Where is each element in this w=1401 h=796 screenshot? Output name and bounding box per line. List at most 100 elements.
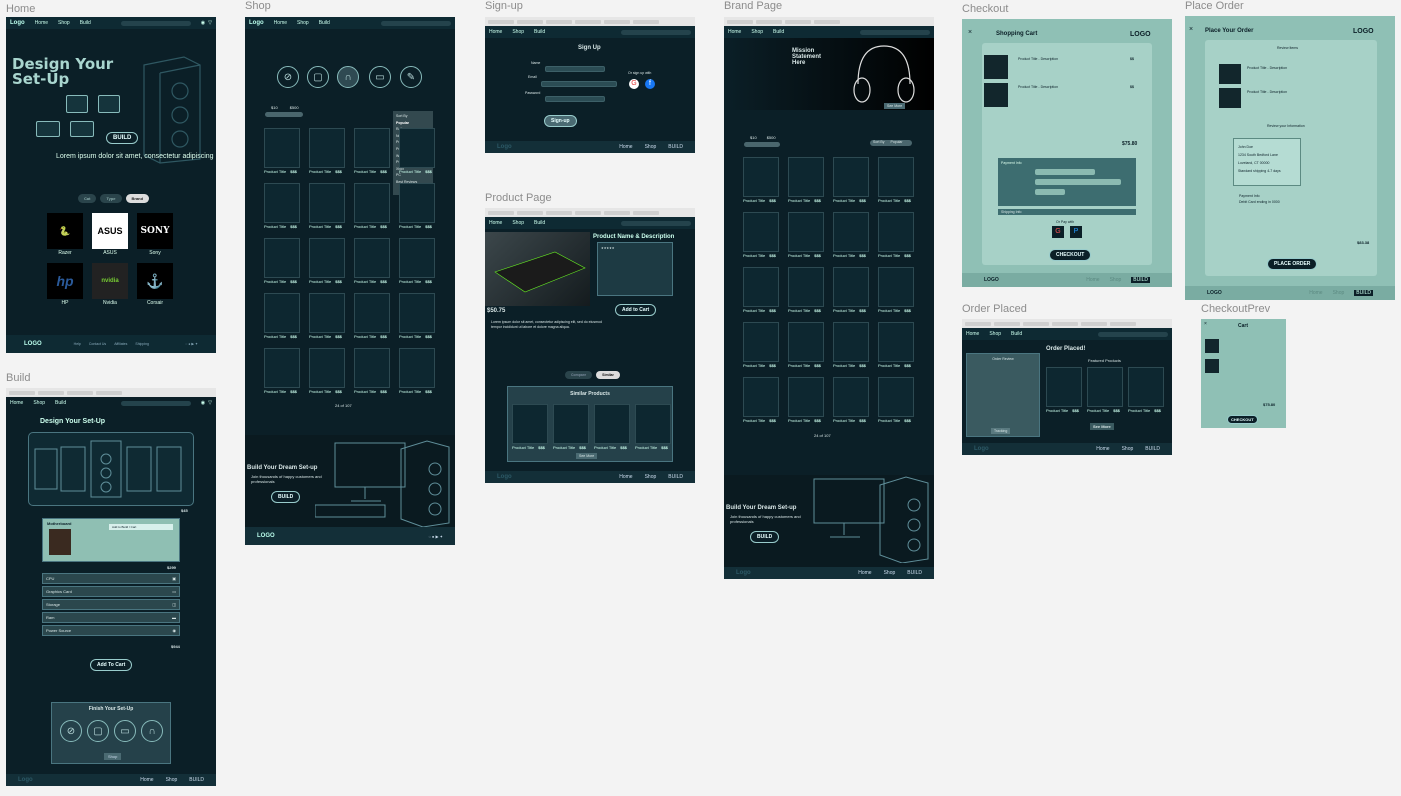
product-title[interactable]: Product Title [878,308,900,313]
cta-build-button[interactable]: BUILD [750,531,780,543]
footer-shop[interactable]: Shop [645,474,657,480]
add-to-cart-button[interactable]: Add to Cart [615,304,657,316]
footer-home[interactable]: Home [1086,277,1099,283]
product-card[interactable] [399,128,435,168]
product-card[interactable] [264,238,300,278]
mousepad-icon[interactable]: ▭ [369,66,391,88]
product-title[interactable]: Product Title [354,169,376,174]
product-card[interactable] [264,128,300,168]
place-order-button[interactable]: PLACE ORDER [1267,258,1318,270]
user-icon[interactable]: ◉ [201,20,205,26]
product-card[interactable] [833,157,869,197]
nav-home[interactable]: Home [35,20,48,26]
password-field[interactable] [545,96,605,102]
filter-type[interactable]: Type [100,194,122,203]
tab-similar[interactable]: Similar [596,371,620,379]
product-title[interactable]: Product Title [399,334,421,339]
checkout-button[interactable]: CHECKOUT [1049,249,1092,261]
mousepad-icon[interactable]: ▭ [114,720,136,742]
headset-icon[interactable]: ∩ [141,720,163,742]
ram-icon[interactable] [70,121,94,137]
expiry-field[interactable] [1035,189,1065,195]
footer-home[interactable]: Home [619,144,632,150]
product-card[interactable] [743,212,779,252]
google-icon[interactable]: G [629,79,639,89]
brand-logo-corsair[interactable]: ⚓ [137,263,173,299]
nav-build[interactable]: Build [773,29,784,35]
product-card[interactable] [743,267,779,307]
product-title[interactable]: Product Title [309,334,331,339]
product-card[interactable] [878,322,914,362]
product-title[interactable]: Product Title [309,169,331,174]
headset-icon[interactable]: ∩ [337,66,359,88]
see-more-button[interactable]: See More [576,453,598,459]
motherboard-icon[interactable] [98,95,120,113]
product-card[interactable] [399,348,435,388]
product-title[interactable]: Product Title [788,363,810,368]
build-button[interactable]: BUILD [106,132,139,144]
close-icon[interactable]: × [1204,321,1207,327]
gpu-icon[interactable] [36,121,60,137]
product-card[interactable] [833,322,869,362]
brand-logo-asus[interactable]: ASUS [92,213,128,249]
search-input[interactable] [1098,331,1168,337]
product-card[interactable] [833,377,869,417]
product-card[interactable] [309,128,345,168]
product-title[interactable]: Product Title [833,253,855,258]
product-card[interactable] [788,267,824,307]
user-icon[interactable]: ◉ [201,400,205,406]
product-title[interactable]: Product Title [264,334,286,339]
nav-build[interactable]: Build [534,29,545,35]
sort-option[interactable]: Popular [396,120,430,127]
price-slider[interactable] [744,142,780,147]
product-card[interactable] [354,128,390,168]
nav-shop[interactable]: Shop [751,29,763,35]
footer-home[interactable]: Home [1309,290,1322,296]
footer-link-contact[interactable]: Contact Us [89,342,106,346]
product-card[interactable] [309,238,345,278]
mouse-icon[interactable]: ⊘ [277,66,299,88]
product-card[interactable] [512,404,548,444]
part-row-storage[interactable]: Storage ◫ [42,599,180,610]
footer-logo[interactable]: LOGO [1207,290,1222,296]
product-card[interactable] [788,377,824,417]
product-card[interactable] [878,377,914,417]
footer-home[interactable]: Home [1096,446,1109,452]
product-card[interactable] [833,267,869,307]
footer-shop[interactable]: Shop [1122,446,1134,452]
part-row-ram[interactable]: Ram ▬ [42,612,180,623]
product-title[interactable]: Product Title [878,363,900,368]
product-card[interactable] [264,348,300,388]
tracking-button[interactable]: Tracking [991,428,1011,434]
facebook-icon[interactable]: f [645,79,655,89]
product-card[interactable] [878,212,914,252]
nav-shop[interactable]: Shop [297,20,309,26]
product-title[interactable]: Product Title [264,169,286,174]
product-card[interactable] [788,322,824,362]
case-carousel[interactable] [28,432,194,506]
cpu-icon[interactable] [66,95,88,113]
product-title[interactable]: Product Title [354,334,376,339]
product-card[interactable] [878,267,914,307]
product-title[interactable]: Product Title [399,279,421,284]
product-title[interactable]: Product Title [264,279,286,284]
nav-build[interactable]: Build [55,400,66,406]
footer-build[interactable]: BUILD [907,570,922,576]
footer-build[interactable]: BUILD [668,144,683,150]
cart-icon[interactable]: ▽ [208,400,212,406]
brand-logo-nvidia[interactable]: nvidia [92,263,128,299]
search-input[interactable] [621,220,691,226]
footer-build[interactable]: BUILD [1145,446,1160,452]
product-card[interactable] [399,183,435,223]
product-card[interactable] [1046,367,1082,407]
footer-logo[interactable]: LOGO [257,533,275,539]
product-title[interactable]: Product Title [788,418,810,423]
product-title[interactable]: Product Title [833,418,855,423]
shipping-option[interactable]: Standard shipping 4-7 days [1238,167,1296,175]
social-icons[interactable]: ◌ ● ▶ ✦ [428,534,443,539]
google-pay-icon[interactable]: G [1052,226,1064,238]
search-input[interactable] [381,20,451,26]
product-title[interactable]: Product Title [264,389,286,394]
part-row-power[interactable]: Power Source ◉ [42,625,180,636]
signup-button[interactable]: Sign-up [544,115,577,127]
